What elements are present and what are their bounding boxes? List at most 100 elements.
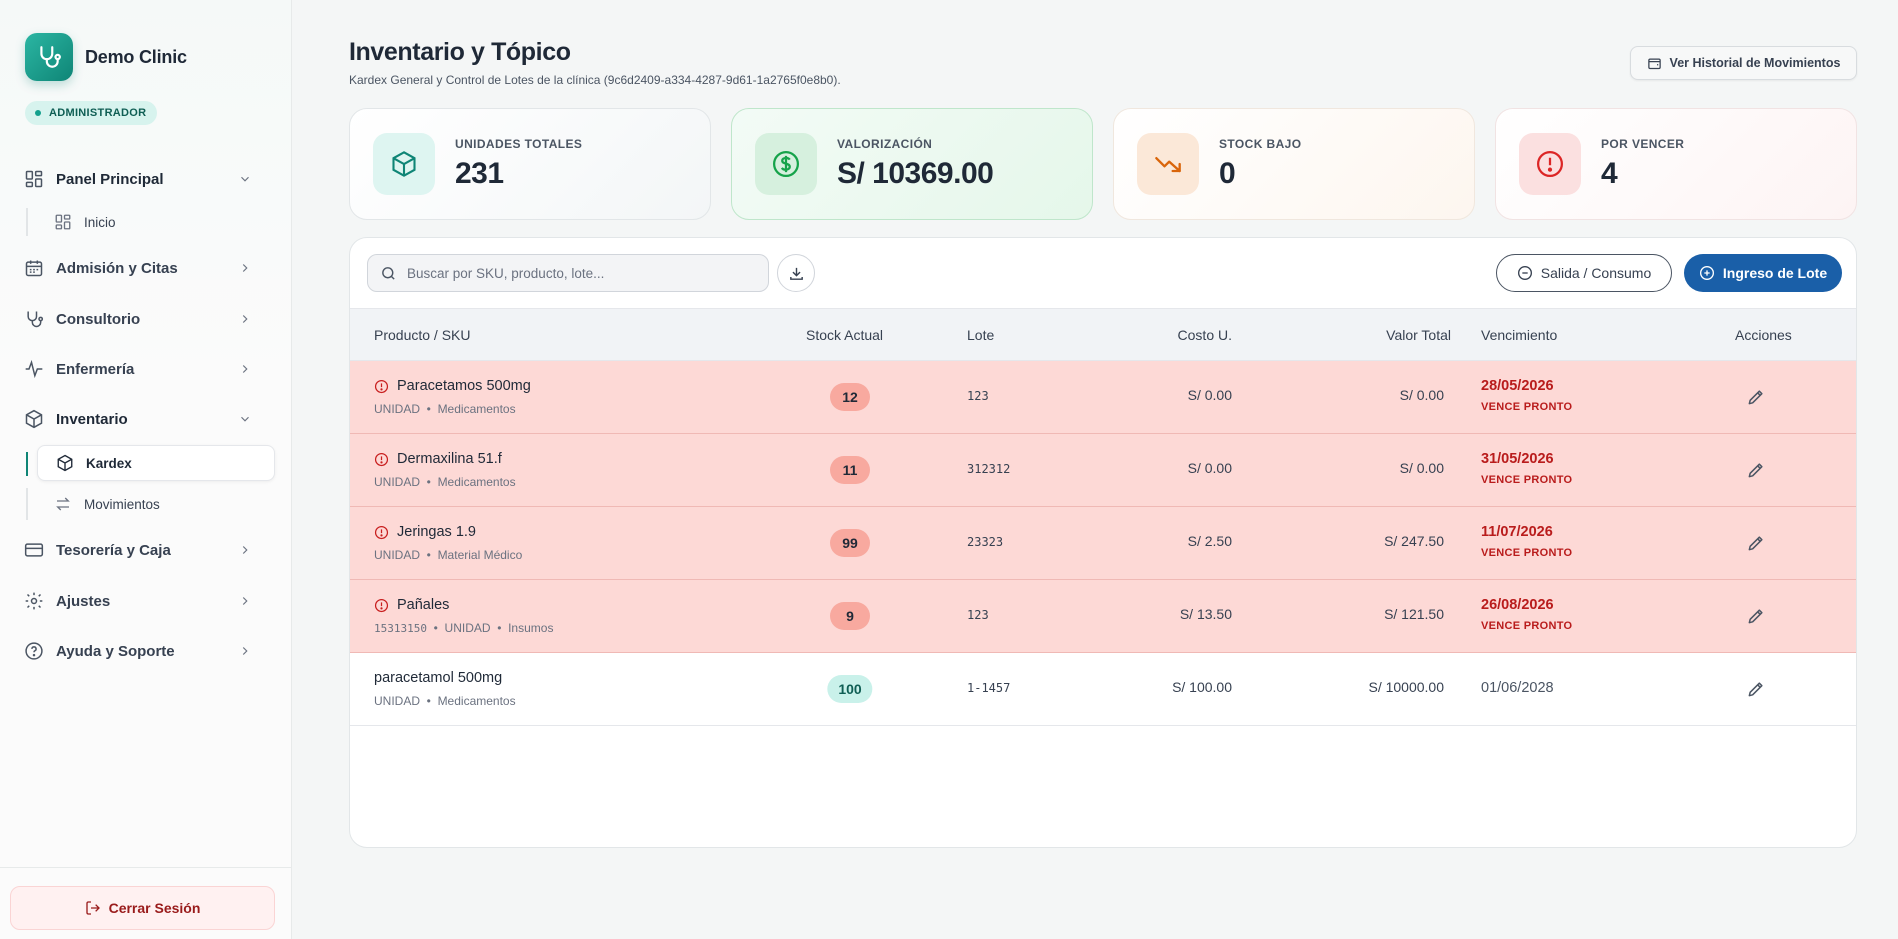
edit-icon[interactable] [1746, 460, 1768, 482]
nav-label: Consultorio [56, 310, 141, 328]
table-row[interactable]: Dermaxilina 51.f UNIDAD • Medicamentos 11 3… [350, 434, 1856, 507]
product-category: Medicamentos [437, 694, 516, 708]
product-meta: UNIDAD • Medicamentos [374, 694, 516, 708]
subnav-item-movimientos[interactable]: Movimientos [36, 486, 276, 522]
column-header-actions: Acciones [1735, 327, 1792, 343]
unit-cost: S/ 2.50 [1187, 533, 1232, 549]
product-name: Paracetamos 500mg [397, 378, 531, 394]
toolbar: Salida / Consumo Ingreso de Lote [350, 238, 1856, 308]
box-icon [57, 454, 73, 472]
logout-button[interactable]: Cerrar Sesión [10, 886, 275, 930]
column-header-total[interactable]: Valor Total [1386, 327, 1451, 343]
nav-item-consultorio[interactable]: Consultorio [24, 303, 260, 335]
unit-cost: S/ 100.00 [1172, 679, 1232, 695]
column-header-lote[interactable]: Lote [967, 327, 994, 343]
stat-value: 0 [1219, 157, 1236, 190]
box-icon [373, 133, 435, 195]
wallet-icon [1647, 58, 1661, 69]
product-category: Medicamentos [437, 402, 516, 416]
gear-icon [25, 592, 43, 610]
download-button[interactable] [777, 254, 815, 292]
entry-button-label: Ingreso de Lote [1722, 265, 1828, 281]
stat-value: 231 [455, 157, 504, 190]
chevron-down-icon [241, 176, 249, 182]
stethoscope-icon [25, 33, 73, 81]
exit-button-label: Salida / Consumo [1540, 265, 1652, 281]
search-input[interactable] [407, 265, 747, 281]
table-row[interactable]: paracetamol 500mg UNIDAD • Medicamentos 10… [350, 653, 1856, 726]
product-meta: UNIDAD • Material Médico [374, 548, 523, 562]
column-header-expiry[interactable]: Vencimiento [1481, 327, 1557, 343]
nav-item-inventario[interactable]: Inventario [24, 403, 260, 435]
total-value: S/ 10000.00 [1368, 679, 1444, 695]
chevron-down-icon [241, 416, 249, 422]
activity-icon [25, 359, 43, 379]
edit-icon[interactable] [1746, 387, 1768, 409]
nav-label: Inventario [56, 410, 128, 428]
product-unit: UNIDAD [374, 694, 421, 708]
table-row[interactable]: Pañales 15313150 • UNIDAD • Insumos 9 123 S/… [350, 580, 1856, 653]
chevron-right-icon [242, 365, 248, 373]
subnav-line [26, 208, 28, 236]
search-icon [382, 266, 395, 280]
stock-badge: 100 [827, 675, 873, 703]
expiry-date: 01/06/2028 [1481, 680, 1554, 696]
history-button-label: Ver Historial de Movimientos [1669, 56, 1841, 70]
lote-value: 123 [967, 608, 989, 622]
brand-name: Demo Clinic [85, 46, 187, 67]
table-row[interactable]: Paracetamos 500mg UNIDAD • Medicamentos 12… [350, 361, 1856, 434]
box-icon [25, 409, 43, 429]
nav-item-admision[interactable]: Admisión y Citas [24, 252, 260, 284]
edit-icon[interactable] [1746, 679, 1768, 701]
subnav-item-inicio[interactable]: Inicio [36, 204, 276, 240]
history-button[interactable]: Ver Historial de Movimientos [1630, 46, 1857, 80]
minus-circle-icon [1517, 266, 1532, 280]
product-name: Pañales [397, 597, 450, 613]
stat-label: STOCK BAJO [1219, 137, 1302, 151]
stock-badge: 12 [830, 383, 870, 411]
inventory-panel: Salida / Consumo Ingreso de Lote Product… [349, 237, 1857, 848]
product-name-cell: Pañales [374, 597, 449, 613]
sidebar: Demo Clinic ADMINISTRADOR Panel Principa… [0, 0, 292, 939]
product-name: Jeringas 1.9 [397, 524, 476, 540]
dollar-icon [755, 133, 817, 195]
credit-card-icon [24, 543, 44, 557]
nav-label: Ayuda y Soporte [56, 642, 175, 660]
product-meta: 15313150 • UNIDAD • Insumos [374, 621, 554, 635]
expiry-warning: VENCE PRONTO [1481, 474, 1573, 486]
table-row[interactable]: Jeringas 1.9 UNIDAD • Material Médico 99 23… [350, 507, 1856, 580]
nav-item-panel-principal[interactable]: Panel Principal [24, 163, 260, 195]
page-title: Inventario y Tópico [349, 38, 571, 66]
chevron-right-icon [242, 546, 248, 554]
edit-icon[interactable] [1746, 533, 1768, 555]
stat-card-por-vencer: POR VENCER 4 [1495, 108, 1857, 220]
nav-item-ajustes[interactable]: Ajustes [24, 585, 260, 617]
column-header-stock[interactable]: Stock Actual [806, 327, 883, 343]
stat-card-stock-bajo: STOCK BAJO 0 [1113, 108, 1475, 220]
alert-circle-icon [374, 598, 389, 613]
nav-item-tesoreria[interactable]: Tesorería y Caja [24, 534, 260, 566]
subnav-label: Movimientos [84, 496, 160, 512]
search-box[interactable] [367, 254, 769, 292]
column-header-product[interactable]: Producto / SKU [374, 327, 471, 343]
exit-consumption-button[interactable]: Salida / Consumo [1496, 254, 1672, 292]
expiry-warning: VENCE PRONTO [1481, 620, 1573, 632]
calendar-icon [25, 260, 43, 277]
subnav-item-kardex[interactable]: Kardex [37, 445, 275, 481]
stat-label: VALORIZACIÓN [837, 137, 933, 151]
nav-label: Panel Principal [56, 170, 164, 188]
column-header-cost[interactable]: Costo U. [1178, 327, 1232, 343]
nav-item-ayuda[interactable]: Ayuda y Soporte [24, 635, 260, 667]
nav-item-enfermeria[interactable]: Enfermería [24, 353, 260, 385]
batch-entry-button[interactable]: Ingreso de Lote [1684, 254, 1842, 292]
logout-icon [85, 901, 100, 915]
role-label: ADMINISTRADOR [49, 107, 147, 119]
product-name: Dermaxilina 51.f [397, 451, 502, 467]
stat-value: S/ 10369.00 [837, 157, 994, 190]
product-name-cell: paracetamol 500mg [374, 670, 502, 686]
lote-value: 23323 [967, 535, 1004, 549]
brand[interactable]: Demo Clinic [25, 33, 187, 81]
stat-label: UNIDADES TOTALES [455, 137, 583, 151]
nav-label: Enfermería [56, 360, 135, 378]
edit-icon[interactable] [1746, 606, 1768, 628]
